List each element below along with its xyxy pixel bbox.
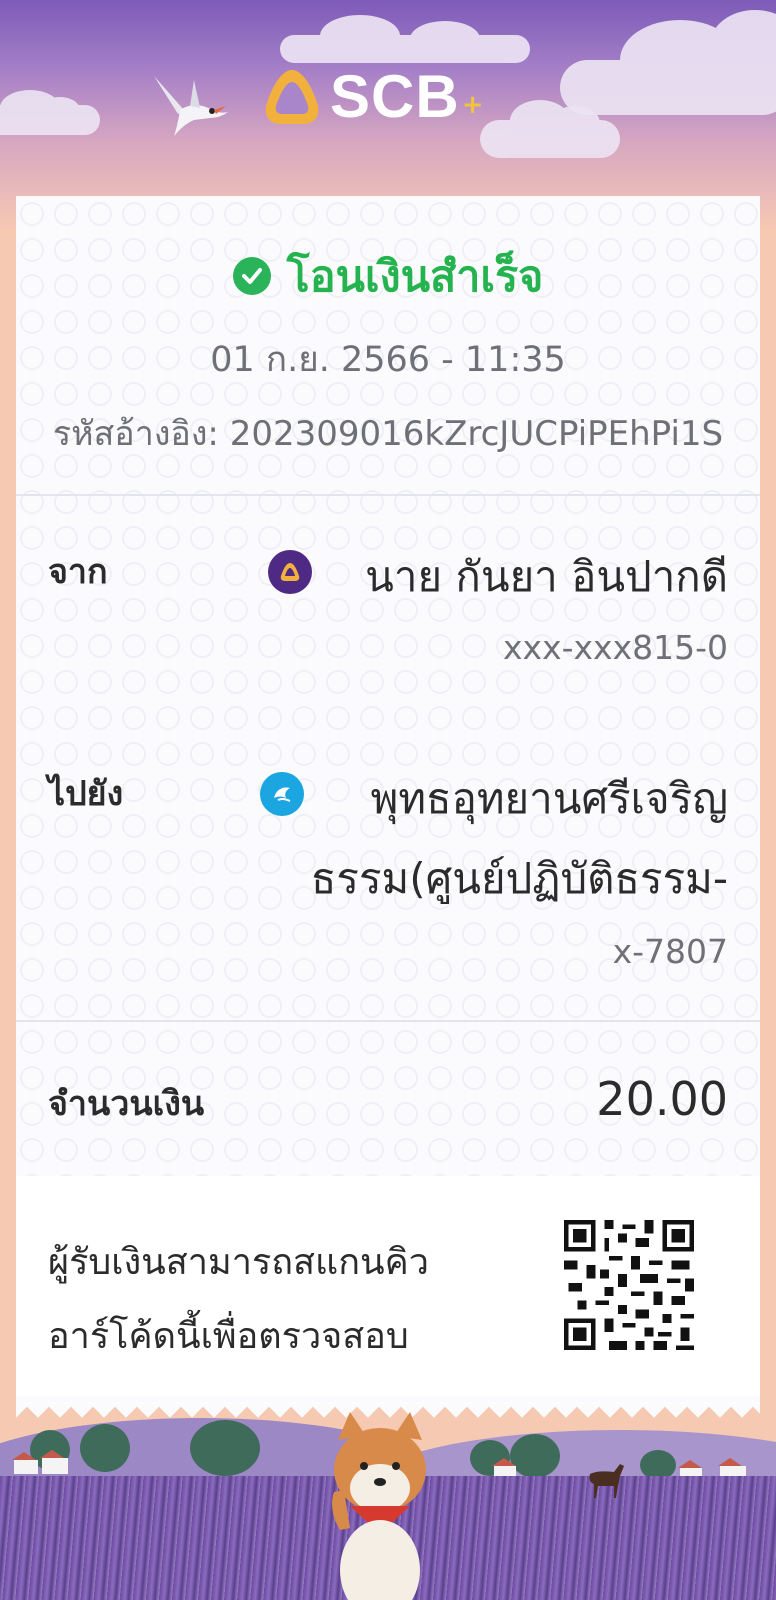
house-decoration — [40, 1450, 68, 1474]
house-decoration — [12, 1452, 38, 1474]
recipient-name-line2: ธรรม(ศูนย์ปฏิบัติธรรม- — [310, 854, 728, 903]
horse-illustration — [589, 1464, 624, 1498]
sender-name: นาย กันยา อินปากดี — [365, 552, 728, 601]
scb-bank-icon — [268, 550, 312, 594]
cloud-decoration — [480, 100, 620, 158]
verification-section: ผู้รับเงินสามารถสแกนคิว อาร์โค้ดนี้เพื่อ… — [16, 1176, 760, 1406]
scb-logo-icon — [265, 70, 319, 124]
reference-label: รหัสอ้างอิง: — [52, 414, 219, 454]
logo-text: SCB — [330, 63, 460, 130]
recipient-name-line1: พุทธอุทยานศรีเจริญ — [370, 774, 728, 823]
reference-value: 202309016kZrcJUCPiPEhPi1S — [229, 414, 724, 454]
success-check-icon — [232, 257, 271, 295]
tree-decoration — [510, 1434, 560, 1478]
divider — [16, 494, 760, 496]
transaction-datetime: 01 ก.ย. 2566 - 11:35 — [210, 340, 566, 380]
amount-value: 20.00 — [596, 1072, 728, 1126]
verification-line2: อาร์โค้ดนี้เพื่อตรวจสอบ — [48, 1316, 409, 1357]
divider — [16, 1020, 760, 1022]
sender-account: xxx-xxx815-0 — [503, 628, 728, 667]
ktb-bank-icon — [260, 772, 304, 816]
bird-illustration — [154, 76, 228, 136]
reference-number: รหัสอ้างอิง: 202309016kZrcJUCPiPEhPi1S — [16, 406, 760, 460]
tree-decoration — [190, 1420, 260, 1476]
cloud-decoration — [0, 90, 100, 135]
status-text: โอนเงินสำเร็จ — [286, 252, 544, 302]
cloud-decoration — [560, 10, 776, 115]
amount-label: จำนวนเงิน — [48, 1084, 205, 1124]
verification-line1: ผู้รับเงินสามารถสแกนคิว — [48, 1242, 429, 1283]
to-label: ไปยัง — [48, 774, 124, 814]
qr-code-icon[interactable] — [564, 1220, 694, 1350]
tree-decoration — [80, 1424, 130, 1472]
scb-logo: SCB + — [262, 62, 483, 132]
logo-plus: + — [461, 90, 484, 120]
from-label: จาก — [48, 552, 108, 592]
transfer-status: โอนเงินสำเร็จ — [16, 242, 760, 310]
transfer-receipt-card: โอนเงินสำเร็จ 01 ก.ย. 2566 - 11:35 รหัสอ… — [16, 196, 760, 1406]
cloud-decoration — [280, 15, 530, 63]
landscape-illustration — [0, 1410, 776, 1600]
shiba-dog-illustration — [332, 1412, 426, 1600]
verification-text: ผู้รับเงินสามารถสแกนคิว อาร์โค้ดนี้เพื่อ… — [48, 1226, 528, 1374]
recipient-account: x-7807 — [612, 932, 728, 971]
